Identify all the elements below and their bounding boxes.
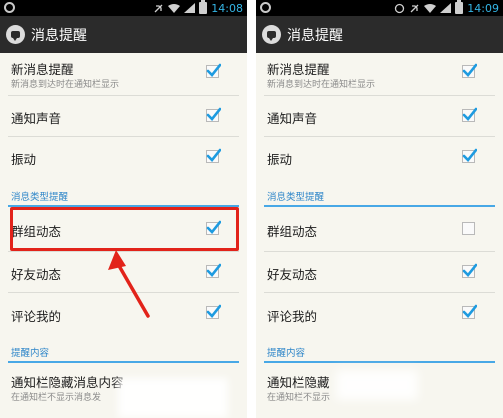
setting-title: 通知栏隐藏 — [267, 375, 330, 390]
checkbox[interactable] — [206, 63, 221, 78]
checkmark-icon — [206, 63, 221, 77]
setting-subtitle: 新消息到达时在通知栏显示 — [267, 80, 376, 90]
category-header-label: 消息类型提醒 — [11, 192, 69, 203]
checkbox[interactable] — [206, 148, 221, 163]
highlight-box — [10, 207, 239, 251]
setting-title: 群组动态 — [267, 224, 318, 239]
app-notification-icon — [4, 2, 15, 13]
checkmark-icon — [462, 148, 477, 162]
checkmark-icon — [206, 148, 221, 162]
setting-row-sound[interactable]: 通知声音 — [0, 96, 247, 136]
battery-icon — [455, 0, 464, 14]
status-bar: 14:09 — [256, 0, 503, 16]
checkmark-icon — [462, 263, 477, 277]
checkmark-icon — [462, 107, 477, 121]
page-title: 消息提醒 — [31, 28, 87, 44]
category-header-label: 消息类型提醒 — [267, 192, 325, 203]
phone-screen-before: 14:08 消息提醒 新消息提醒 新消息到达时在通知栏显示 通知声音 振动 消息… — [0, 0, 247, 418]
phone-screen-after: 14:09 消息提醒 新消息提醒 新消息到达时在通知栏显示 通知声音 振动 消息… — [256, 0, 503, 418]
setting-row-friend[interactable]: 好友动态 — [256, 252, 503, 292]
setting-row-new-message[interactable]: 新消息提醒 新消息到达时在通知栏显示 — [256, 53, 503, 95]
category-header: 消息类型提醒 — [8, 189, 239, 207]
checkmark-icon — [462, 63, 477, 77]
chat-bubble-icon[interactable] — [262, 25, 281, 44]
blur-overlay — [336, 370, 418, 400]
chat-bubble-icon[interactable] — [6, 25, 25, 44]
setting-title: 好友动态 — [267, 267, 318, 282]
blur-overlay — [118, 378, 228, 418]
checkbox-unchecked[interactable] — [462, 222, 475, 235]
signal-icon — [440, 3, 452, 13]
setting-title: 通知栏隐藏消息内容 — [11, 375, 124, 390]
setting-row-group[interactable]: 群组动态 — [256, 209, 503, 249]
setting-row-new-message[interactable]: 新消息提醒 新消息到达时在通知栏显示 — [0, 53, 247, 95]
setting-title: 振动 — [267, 152, 293, 167]
setting-subtitle: 新消息到达时在通知栏显示 — [11, 80, 120, 90]
wifi-icon — [168, 3, 181, 13]
setting-title: 通知声音 — [267, 111, 318, 126]
red-arrow-icon — [108, 250, 150, 318]
setting-title: 好友动态 — [11, 267, 62, 282]
setting-title: 新消息提醒 — [11, 62, 74, 77]
status-bar: 14:08 — [0, 0, 247, 16]
checkmark-icon — [206, 304, 221, 318]
checkbox[interactable] — [206, 263, 221, 278]
setting-title: 评论我的 — [267, 309, 318, 324]
signal-icon — [184, 3, 196, 13]
setting-row-vibrate[interactable]: 振动 — [0, 137, 247, 177]
checkmark-icon — [462, 304, 477, 318]
checkbox[interactable] — [462, 148, 477, 163]
page-title: 消息提醒 — [287, 28, 343, 44]
setting-row-vibrate[interactable]: 振动 — [256, 137, 503, 177]
action-bar: 消息提醒 — [0, 16, 247, 53]
checkbox[interactable] — [206, 304, 221, 319]
battery-icon — [199, 0, 208, 14]
setting-subtitle: 在通知栏不显示 — [267, 393, 331, 403]
setting-title: 评论我的 — [11, 309, 62, 324]
checkbox[interactable] — [462, 304, 477, 319]
setting-subtitle: 在通知栏不显示消息发 — [11, 393, 102, 403]
checkmark-icon — [206, 263, 221, 277]
setting-title: 振动 — [11, 152, 37, 167]
setting-row-sound[interactable]: 通知声音 — [256, 96, 503, 136]
action-bar: 消息提醒 — [256, 16, 503, 53]
setting-title: 通知声音 — [11, 111, 62, 126]
category-header: 提醒内容 — [8, 345, 239, 363]
wifi-icon — [424, 3, 437, 13]
app-notification-icon — [260, 2, 271, 13]
setting-title: 新消息提醒 — [267, 62, 330, 77]
category-header-label: 提醒内容 — [267, 348, 306, 359]
checkbox[interactable] — [462, 107, 477, 122]
mute-icon — [154, 4, 163, 12]
checkbox[interactable] — [462, 63, 477, 78]
category-header: 提醒内容 — [264, 345, 495, 363]
checkbox[interactable] — [462, 263, 477, 278]
status-time: 14:08 — [211, 1, 243, 15]
status-time: 14:09 — [467, 1, 499, 15]
setting-row-comment[interactable]: 评论我的 — [256, 293, 503, 333]
category-header-label: 提醒内容 — [11, 348, 50, 359]
mute-icon — [410, 4, 419, 12]
checkbox[interactable] — [206, 107, 221, 122]
sync-icon — [395, 3, 405, 13]
checkmark-icon — [206, 107, 221, 121]
category-header: 消息类型提醒 — [264, 189, 495, 207]
